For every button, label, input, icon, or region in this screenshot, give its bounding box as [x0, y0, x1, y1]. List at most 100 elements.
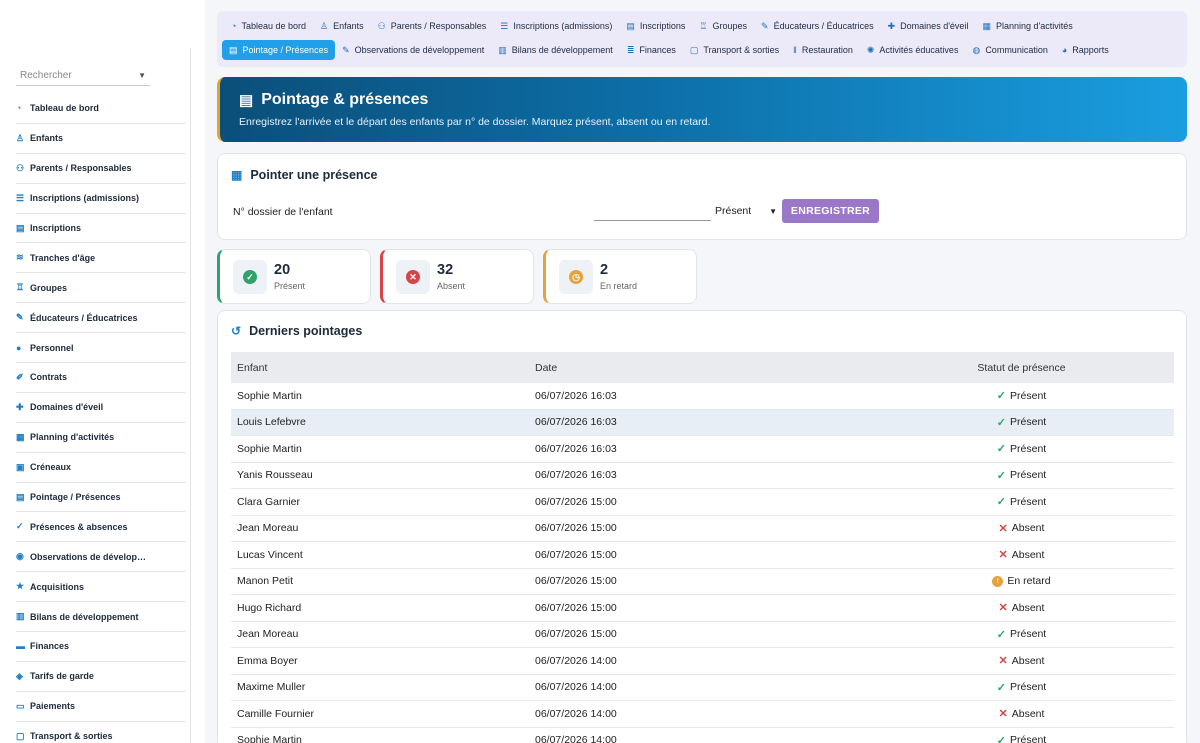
top-nav-item[interactable]: ◔ Tableau de bord	[224, 16, 313, 36]
top-nav-item-label: Domaines d'éveil	[900, 21, 969, 31]
sidebar-menu: ◔ Tableau de bord ♙ Enfants ⚇ Parents / Respo…	[16, 94, 186, 743]
top-nav-item[interactable]: ǁ Restauration	[786, 40, 860, 60]
sidebar-item[interactable]: ◔ Tableau de bord	[16, 94, 186, 124]
check-icon: ✓	[996, 390, 1007, 403]
cell-child: Jean Moreau	[237, 522, 299, 535]
sidebar-item[interactable]: ✚ Domaines d'éveil	[16, 393, 186, 423]
status-text: Présent	[1010, 734, 1047, 743]
cell-status: ✕ Absent	[869, 522, 1174, 535]
sidebar-item[interactable]: ⚇ Parents / Responsables	[16, 154, 186, 184]
educator-icon: ✎	[761, 20, 769, 31]
sidebar-item[interactable]: ◈ Tarifs de garde	[16, 662, 186, 692]
status-text: Présent	[1010, 495, 1047, 508]
cell-status: ✕ Absent	[869, 548, 1174, 562]
table-row[interactable]: Maxime Muller 06/07/2026 14:00 ✓ Présent	[231, 675, 1174, 701]
cell-status: ✓ Présent	[869, 416, 1174, 429]
finance-icon: ▬	[16, 641, 25, 652]
sidebar-item[interactable]: ▤ Inscriptions	[16, 214, 186, 244]
top-nav-item[interactable]: ◕ Rapports	[1055, 40, 1116, 60]
cell-date: 06/07/2026 16:03	[535, 469, 617, 482]
sidebar-item[interactable]: ★ Acquisitions	[16, 572, 186, 603]
sidebar-item[interactable]: ✐ Contrats	[16, 363, 186, 393]
cell-status: ✓ Présent	[869, 734, 1174, 743]
table-row[interactable]: Emma Boyer 06/07/2026 14:00 ✕ Absent	[231, 648, 1174, 675]
top-nav-item[interactable]: ▦ Planning d'activités	[975, 16, 1079, 36]
table-row[interactable]: Clara Garnier 06/07/2026 15:00 ✓ Présent	[231, 489, 1174, 516]
save-button[interactable]: ENREGISTRER	[782, 199, 879, 223]
sidebar-search-select[interactable]: Rechercher ▼	[16, 66, 150, 86]
gauge-icon: ◔	[16, 103, 22, 114]
list-icon: ☰	[500, 20, 509, 31]
top-nav-item[interactable]: ◍ Communication	[965, 40, 1054, 60]
cell-child: Maxime Muller	[237, 681, 306, 694]
cell-status: ✓ Présent	[869, 681, 1174, 694]
top-nav-item[interactable]: ♖ Groupes	[692, 16, 754, 36]
sidebar-item[interactable]: ♙ Enfants	[16, 124, 186, 154]
top-nav-item[interactable]: ♙ Enfants	[313, 16, 371, 36]
cell-status: ✕ Absent	[869, 707, 1174, 721]
cell-status: ✓ Présent	[869, 495, 1174, 509]
cell-child: Camille Fournier	[237, 707, 315, 720]
check-icon: ✓	[996, 628, 1007, 641]
table-row[interactable]: Yanis Rousseau 06/07/2026 16:03 ✓ Présent	[231, 463, 1174, 489]
top-nav-item[interactable]: ✺ Activités éducatives	[860, 40, 966, 60]
cell-date: 06/07/2026 14:00	[535, 734, 617, 743]
top-nav-item[interactable]: ▢ Transport & sorties	[683, 40, 786, 60]
top-nav-item[interactable]: ⚇ Parents / Responsables	[371, 16, 494, 36]
check-in-title: Pointer une présence	[250, 168, 378, 182]
sidebar-item[interactable]: ✎ Éducateurs / Éducatrices	[16, 303, 186, 334]
table-row[interactable]: Sophie Martin 06/07/2026 16:03 ✓ Présent	[231, 383, 1174, 410]
chevron-down-icon: ▼	[769, 206, 777, 216]
sidebar-item[interactable]: ◉ Observations de dévelop…	[16, 542, 186, 573]
layers-icon: ≋	[16, 252, 24, 263]
table-row[interactable]: Camille Fournier 06/07/2026 14:00 ✕ Absent	[231, 701, 1174, 728]
top-nav-item[interactable]: ▤ Pointage / Présences	[222, 40, 336, 60]
top-nav-row-1: ◔ Tableau de bord ♙ Enfants ⚇ Parents / Respo…	[224, 16, 1080, 36]
sidebar-item[interactable]: ▦ Planning d'activités	[16, 423, 186, 453]
sidebar-item[interactable]: ☰ Inscriptions (admissions)	[16, 184, 186, 214]
top-nav-item[interactable]: ≣ Finances	[620, 40, 683, 60]
sidebar-item-label: Tranches d'âge	[30, 252, 96, 263]
table-row[interactable]: Jean Moreau 06/07/2026 15:00 ✓ Présent	[231, 622, 1174, 648]
sidebar-item[interactable]: ▣ Créneaux	[16, 453, 186, 483]
top-nav-item[interactable]: ✎ Observations de développement	[335, 40, 491, 60]
top-nav-item[interactable]: ✎ Éducateurs / Éducatrices	[754, 16, 881, 36]
status-select[interactable]: Présent ▼	[715, 202, 777, 220]
table-row[interactable]: Jean Moreau 06/07/2026 15:00 ✕ Absent	[231, 516, 1174, 542]
observation-icon: ◉	[16, 551, 24, 562]
sidebar-item[interactable]: ✓ Présences & absences	[16, 512, 186, 543]
cell-status: ! En retard	[869, 575, 1174, 587]
cell-status: ✓ Présent	[869, 469, 1174, 482]
sidebar-item-label: Tableau de bord	[30, 103, 99, 114]
cell-date: 06/07/2026 14:00	[535, 654, 617, 667]
child-file-number-input[interactable]	[594, 201, 711, 221]
check-icon: ✓	[996, 734, 1007, 743]
sidebar-item[interactable]: ♖ Groupes	[16, 273, 186, 304]
sidebar-item[interactable]: ▭ Paiements	[16, 692, 186, 722]
calendar-slot-icon: ▣	[16, 461, 25, 472]
top-nav-item[interactable]: ▥ Bilans de développement	[491, 40, 620, 60]
page-banner: ▤ Pointage & présences Enregistrez l'arr…	[217, 77, 1187, 142]
top-nav-item[interactable]: ▤ Inscriptions	[619, 16, 692, 36]
sidebar-item[interactable]: ▥ Bilans de développement	[16, 602, 186, 633]
cell-date: 06/07/2026 16:03	[535, 389, 617, 402]
sidebar-item-label: Tarifs de garde	[30, 671, 94, 682]
table-row[interactable]: Lucas Vincent 06/07/2026 15:00 ✕ Absent	[231, 542, 1174, 569]
sidebar-item-label: Bilans de développement	[30, 611, 139, 622]
sidebar-item[interactable]: ● Personnel	[16, 333, 186, 364]
top-nav-item[interactable]: ☰ Inscriptions (admissions)	[493, 16, 619, 36]
cell-status: ✕ Absent	[869, 654, 1174, 668]
table-row[interactable]: Sophie Martin 06/07/2026 16:03 ✓ Présent	[231, 436, 1174, 463]
sidebar-item[interactable]: ▢ Transport & sorties	[16, 722, 186, 743]
top-nav-item[interactable]: ✚ Domaines d'éveil	[881, 16, 976, 36]
table-row[interactable]: Louis Lefebvre 06/07/2026 16:03 ✓ Présent	[231, 409, 1174, 436]
table-row[interactable]: Manon Petit 06/07/2026 15:00! En retard	[231, 569, 1174, 595]
group-icon: ♖	[16, 282, 25, 293]
sidebar-item[interactable]: ≋ Tranches d'âge	[16, 243, 186, 274]
table-row[interactable]: Hugo Richard 06/07/2026 15:00 ✕ Absent	[231, 595, 1174, 622]
table-row[interactable]: Sophie Martin 06/07/2026 14:00 ✓ Présent	[231, 728, 1174, 743]
sidebar-item[interactable]: ▬ Finances	[16, 632, 186, 662]
sidebar-item[interactable]: ▤ Pointage / Présences	[16, 483, 186, 513]
top-nav-item-label: Planning d'activités	[995, 21, 1073, 31]
cell-status: ✓ Présent	[869, 389, 1174, 403]
